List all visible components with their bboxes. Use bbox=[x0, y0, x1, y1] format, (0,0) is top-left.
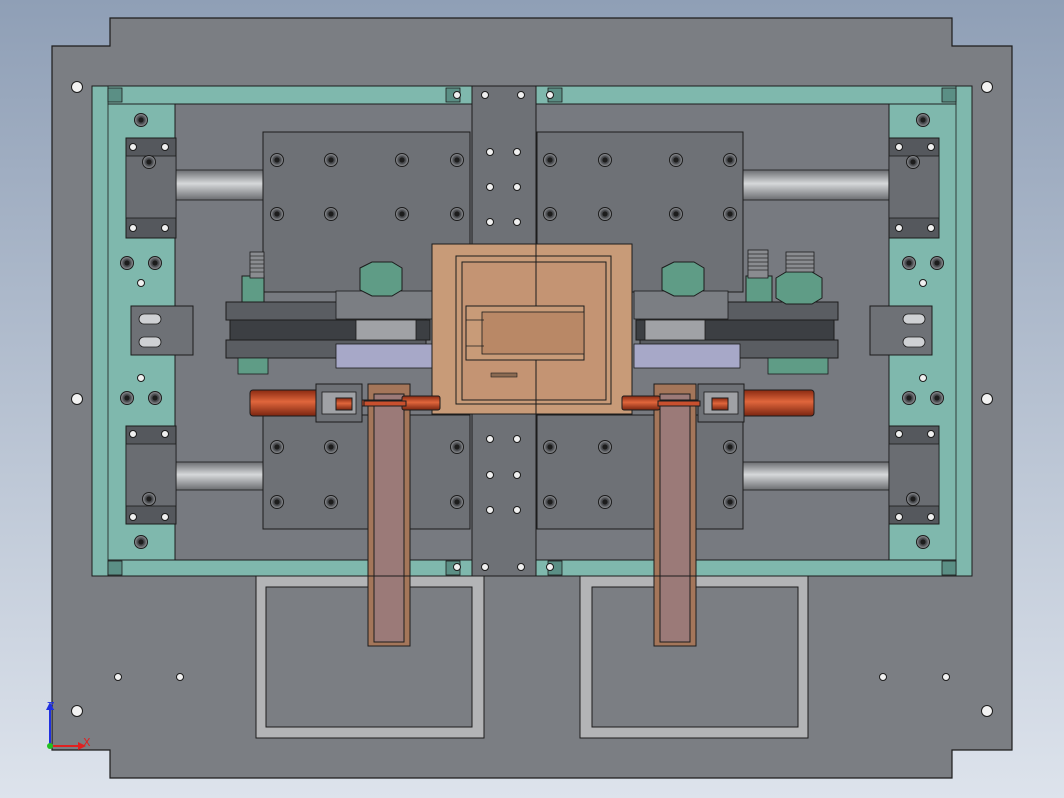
bolt-socket bbox=[328, 444, 334, 450]
bolt-socket bbox=[399, 157, 405, 163]
bolt-socket bbox=[454, 444, 460, 450]
hole bbox=[161, 143, 169, 151]
hole bbox=[919, 374, 927, 382]
hole bbox=[546, 563, 554, 571]
hole bbox=[486, 148, 494, 156]
hole bbox=[486, 218, 494, 226]
hole bbox=[513, 183, 521, 191]
hole bbox=[513, 148, 521, 156]
bolt-socket bbox=[328, 211, 334, 217]
bolt-socket bbox=[454, 499, 460, 505]
bolt-socket bbox=[906, 260, 912, 266]
triad-z-label: Z bbox=[47, 700, 55, 713]
hole bbox=[517, 91, 525, 99]
hole bbox=[129, 513, 137, 521]
hole bbox=[486, 506, 494, 514]
hole bbox=[513, 506, 521, 514]
bolt-socket bbox=[274, 444, 280, 450]
mold-slot bbox=[490, 372, 518, 378]
bolt-socket bbox=[727, 157, 733, 163]
triad-x-label: X bbox=[83, 736, 91, 749]
bolt-socket bbox=[124, 260, 130, 266]
hole bbox=[927, 143, 935, 151]
bolt-socket bbox=[124, 395, 130, 401]
hole bbox=[129, 224, 137, 232]
bolt-socket bbox=[152, 260, 158, 266]
bolt-socket bbox=[906, 395, 912, 401]
bolt-socket bbox=[274, 499, 280, 505]
bolt-socket bbox=[547, 499, 553, 505]
hole bbox=[129, 430, 137, 438]
hole bbox=[137, 279, 145, 287]
bolt-socket bbox=[138, 539, 144, 545]
bolt-socket bbox=[920, 539, 926, 545]
bolt-socket bbox=[328, 157, 334, 163]
bolt-socket bbox=[274, 211, 280, 217]
hole bbox=[513, 218, 521, 226]
hole bbox=[453, 563, 461, 571]
bolt-socket bbox=[602, 444, 608, 450]
hole bbox=[161, 513, 169, 521]
bolt-socket bbox=[934, 395, 940, 401]
bolt-socket bbox=[274, 157, 280, 163]
hole bbox=[513, 435, 521, 443]
hole bbox=[927, 513, 935, 521]
hole bbox=[895, 430, 903, 438]
hole bbox=[161, 430, 169, 438]
bolt-socket bbox=[454, 211, 460, 217]
hole bbox=[927, 430, 935, 438]
hole bbox=[927, 224, 935, 232]
bolt-socket bbox=[138, 117, 144, 123]
bolt-socket bbox=[602, 211, 608, 217]
hole bbox=[129, 143, 137, 151]
hole bbox=[453, 91, 461, 99]
bolt-socket bbox=[727, 499, 733, 505]
bolt-socket bbox=[399, 211, 405, 217]
hole bbox=[161, 224, 169, 232]
hole bbox=[513, 471, 521, 479]
cad-viewport[interactable]: X Z bbox=[0, 0, 1064, 798]
bolt-socket bbox=[146, 496, 152, 502]
bolt-socket bbox=[454, 157, 460, 163]
bolt-socket bbox=[152, 395, 158, 401]
mold-insert-inner bbox=[481, 311, 585, 355]
hole bbox=[486, 471, 494, 479]
hole bbox=[517, 563, 525, 571]
cad-drawing: X Z bbox=[0, 0, 1064, 798]
hole bbox=[546, 91, 554, 99]
hole bbox=[481, 563, 489, 571]
bolt-socket bbox=[602, 157, 608, 163]
bolt-socket bbox=[727, 444, 733, 450]
bolt-socket bbox=[673, 211, 679, 217]
bolt-socket bbox=[920, 117, 926, 123]
hole bbox=[137, 374, 145, 382]
bolt-socket bbox=[910, 159, 916, 165]
hole bbox=[486, 435, 494, 443]
hole bbox=[486, 183, 494, 191]
hole bbox=[895, 143, 903, 151]
bolt-socket bbox=[328, 499, 334, 505]
hole bbox=[895, 513, 903, 521]
bolt-socket bbox=[547, 157, 553, 163]
bolt-socket bbox=[673, 157, 679, 163]
bolt-socket bbox=[146, 159, 152, 165]
bolt-socket bbox=[547, 211, 553, 217]
bolt-socket bbox=[910, 496, 916, 502]
hole bbox=[919, 279, 927, 287]
bolt-socket bbox=[727, 211, 733, 217]
bolt-socket bbox=[602, 499, 608, 505]
hole bbox=[895, 224, 903, 232]
bolt-socket bbox=[547, 444, 553, 450]
bolt-socket bbox=[934, 260, 940, 266]
hole bbox=[481, 91, 489, 99]
